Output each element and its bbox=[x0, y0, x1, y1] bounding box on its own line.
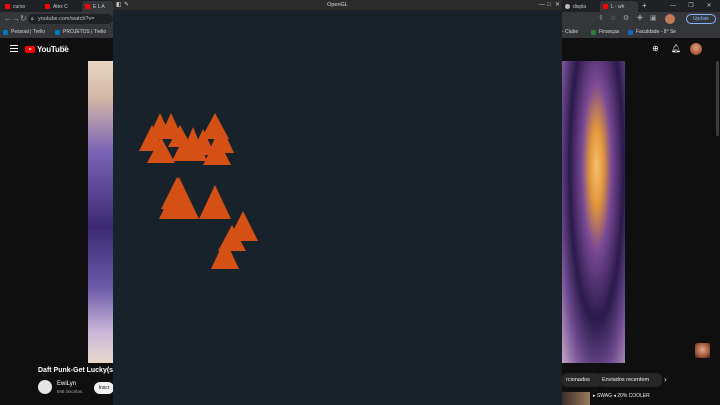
browser-tab[interactable]: displa bbox=[562, 1, 598, 12]
youtube-favicon-icon bbox=[45, 4, 50, 9]
maximize-icon[interactable]: ❐ bbox=[682, 0, 700, 12]
video-player-left[interactable] bbox=[88, 61, 113, 363]
opengl-canvas bbox=[113, 15, 562, 400]
user-avatar[interactable] bbox=[690, 43, 702, 55]
bookmark-star-icon[interactable]: ☆ bbox=[610, 13, 616, 25]
close-icon[interactable]: ✕ bbox=[700, 0, 718, 12]
opengl-window-title: OpenGL bbox=[327, 2, 348, 8]
extensions-puzzle-icon[interactable]: ✚ bbox=[637, 13, 643, 25]
url-text: youtube.com/watch?v= bbox=[38, 16, 95, 22]
maximize-icon[interactable]: □ bbox=[547, 0, 551, 10]
bookmark-label: PROJETOS | Trello bbox=[63, 29, 107, 35]
close-icon[interactable]: ✕ bbox=[555, 0, 560, 10]
create-video-icon[interactable]: ⊕ bbox=[652, 44, 659, 53]
trello-icon bbox=[3, 29, 8, 35]
finance-icon bbox=[591, 29, 596, 35]
subscribe-button[interactable]: Inscr bbox=[94, 382, 114, 394]
bookmark-label: Faculdade - 8° Se bbox=[636, 29, 677, 35]
channel-name[interactable]: EwiLyn bbox=[57, 381, 76, 387]
minimize-icon[interactable]: — bbox=[664, 0, 682, 12]
tab-label: displa bbox=[573, 3, 587, 10]
youtube-play-icon bbox=[25, 46, 35, 53]
recommended-thumbnail[interactable] bbox=[562, 392, 590, 405]
bookmark-label: - Clube bbox=[562, 29, 579, 35]
opengl-window: ◧ ✎ OpenGL — □ ✕ bbox=[113, 0, 562, 405]
commenter-avatar[interactable] bbox=[695, 343, 710, 358]
bookmark-label: Pessoal | Trello bbox=[11, 29, 46, 35]
youtube-favicon-icon bbox=[85, 4, 90, 9]
bookmark-item[interactable]: - Clube bbox=[562, 27, 578, 37]
new-tab-button[interactable]: + bbox=[642, 1, 647, 10]
menu-icon[interactable] bbox=[10, 45, 18, 52]
video-title: Daft Punk-Get Lucky(sp bbox=[38, 367, 118, 374]
reload-icon[interactable]: ↻ bbox=[20, 13, 27, 25]
youtube-favicon-icon bbox=[5, 4, 10, 9]
tab-label: curso bbox=[13, 3, 26, 10]
channel-avatar[interactable] bbox=[38, 380, 52, 394]
channel-subscriber-count: 846 inscritos bbox=[57, 389, 83, 394]
region-label: BR bbox=[62, 44, 68, 49]
bookmark-item[interactable]: Finanças bbox=[591, 27, 619, 37]
chevron-right-icon[interactable]: › bbox=[664, 373, 667, 387]
lock-icon: 🔒︎ bbox=[31, 16, 34, 22]
back-icon[interactable]: ← bbox=[4, 13, 12, 25]
school-icon bbox=[628, 29, 633, 35]
bookmark-item[interactable]: PROJETOS | Trello bbox=[55, 27, 106, 37]
browser-tab[interactable]: L - wh bbox=[600, 1, 638, 12]
tab-label: Alex C bbox=[53, 3, 68, 10]
page-scrollbar[interactable] bbox=[716, 61, 719, 136]
browser-tab[interactable]: Alex C bbox=[42, 1, 80, 12]
notifications-bell-icon[interactable]: 🔔︎ bbox=[671, 44, 681, 53]
share-icon[interactable]: ⇪ bbox=[598, 13, 604, 25]
bookmark-item[interactable]: Pessoal | Trello bbox=[3, 27, 45, 37]
video-player-right[interactable] bbox=[562, 61, 625, 363]
browser-tab[interactable]: curso bbox=[2, 1, 40, 12]
filter-chip[interactable]: Enviados recentem bbox=[598, 373, 662, 387]
browser-tab-active[interactable]: E L A bbox=[82, 1, 113, 12]
minimize-icon[interactable]: — bbox=[539, 0, 545, 10]
bookmark-label: Finanças bbox=[599, 29, 620, 35]
recommended-title[interactable]: ▸ SWAG ◂ 20% COOLER bbox=[593, 393, 650, 399]
tab-label: E L A bbox=[93, 3, 105, 10]
extension-icon[interactable]: ⚙ bbox=[623, 13, 629, 25]
trello-icon bbox=[55, 29, 60, 35]
address-bar[interactable]: 🔒︎ youtube.com/watch?v= bbox=[28, 14, 113, 24]
globe-favicon-icon bbox=[565, 4, 570, 9]
bookmark-item[interactable]: Faculdade - 8° Se bbox=[628, 27, 676, 37]
tab-label: L - wh bbox=[611, 3, 625, 10]
youtube-favicon-icon bbox=[603, 4, 608, 9]
profile-avatar-icon[interactable] bbox=[665, 14, 675, 24]
update-button[interactable]: Update bbox=[686, 14, 716, 24]
filter-chip[interactable]: rcionados bbox=[562, 373, 602, 387]
sidebar-icon[interactable]: ▣ bbox=[650, 13, 657, 25]
forward-icon[interactable]: → bbox=[12, 13, 20, 25]
